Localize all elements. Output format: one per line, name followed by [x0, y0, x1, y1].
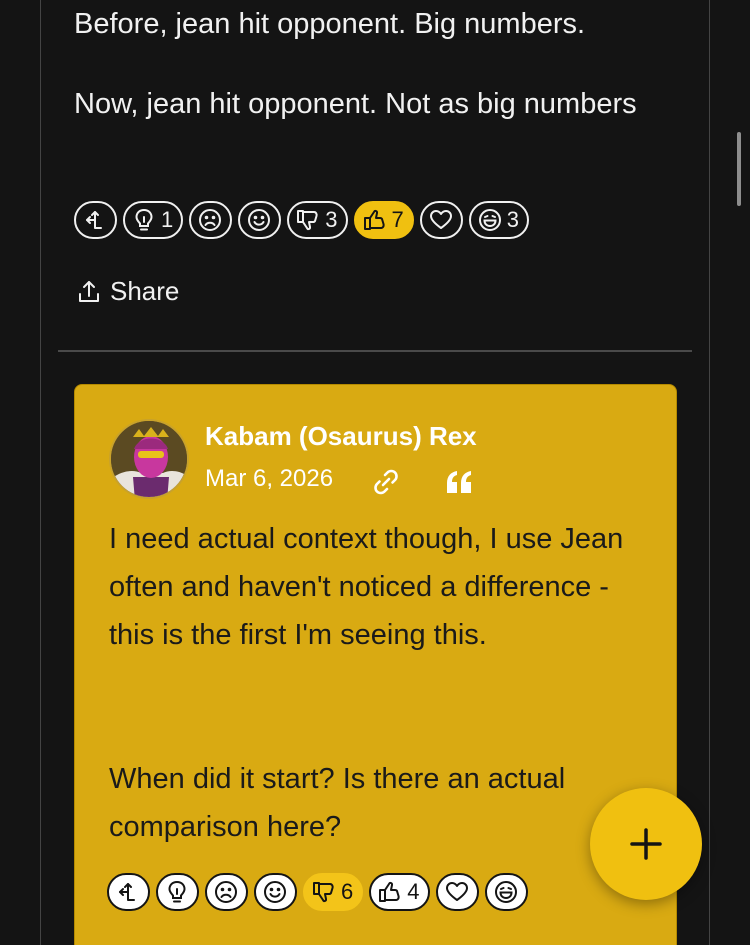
share-button[interactable]: Share	[76, 276, 179, 307]
smile-icon	[248, 209, 271, 231]
reaction-insightful-button[interactable]	[74, 201, 117, 239]
sad-icon	[199, 209, 222, 231]
scrollbar[interactable]	[737, 132, 741, 206]
post-date[interactable]: Mar 6, 2026	[205, 465, 333, 493]
reaction-smile-button[interactable]	[254, 873, 297, 911]
reaction-laugh-button[interactable]	[484, 873, 528, 911]
heart-icon	[429, 210, 452, 229]
plus-icon	[630, 828, 662, 860]
laugh-icon	[494, 881, 517, 903]
post-paragraph: Now, jean hit opponent. Not as big numbe…	[74, 88, 637, 120]
lightbulb-icon	[168, 880, 186, 903]
thumbs-down-icon	[297, 210, 318, 231]
reaction-count: 3	[325, 207, 338, 232]
reaction-thumbs-down-button[interactable]: 3	[287, 201, 348, 239]
reaction-sad-button[interactable]	[205, 873, 248, 911]
reaction-lightbulb-button[interactable]	[156, 873, 199, 911]
insightful-icon	[86, 211, 102, 229]
avatar-image	[111, 421, 187, 497]
reaction-thumbs-down-button[interactable]: 6	[303, 873, 364, 911]
reaction-smile-button[interactable]	[238, 201, 282, 239]
reply-card: Kabam (Osaurus) Rex Mar 6, 2026 I need a…	[74, 384, 677, 945]
laugh-icon	[478, 209, 501, 231]
smile-icon	[264, 881, 286, 903]
share-label: Share	[110, 276, 180, 306]
reaction-count: 7	[391, 207, 404, 232]
reaction-count: 4	[407, 879, 420, 904]
sad-icon	[215, 881, 237, 903]
reaction-count: 6	[341, 879, 354, 904]
reaction-sad-button[interactable]	[189, 201, 233, 239]
thumbs-up-icon	[363, 209, 385, 230]
link-icon[interactable]	[371, 467, 401, 497]
heart-icon	[445, 882, 468, 901]
insightful-icon	[119, 883, 135, 901]
reaction-lightbulb-button[interactable]: 1	[123, 201, 184, 239]
lightbulb-icon	[135, 208, 153, 231]
new-post-button[interactable]	[590, 788, 702, 900]
thumbs-down-icon	[313, 882, 334, 903]
reaction-count: 3	[506, 207, 519, 232]
post-paragraph: Before, jean hit opponent. Big numbers.	[74, 8, 586, 40]
reaction-thumbs-up-button[interactable]: 7	[353, 201, 414, 239]
reply-reaction-bar: 6 4	[107, 872, 528, 912]
reaction-bar: 1 3 7 3	[74, 200, 529, 240]
avatar[interactable]	[109, 419, 189, 499]
reaction-heart-button[interactable]	[419, 201, 463, 239]
reaction-heart-button[interactable]	[435, 873, 479, 911]
reaction-count: 1	[161, 207, 174, 232]
reaction-insightful-button[interactable]	[107, 873, 150, 911]
divider	[58, 350, 692, 352]
reaction-laugh-button[interactable]: 3	[468, 201, 529, 239]
thumbs-up-icon	[379, 881, 400, 902]
reply-paragraph: When did it start? Is there an actual co…	[109, 763, 566, 843]
reaction-thumbs-up-button[interactable]: 4	[369, 873, 430, 911]
share-icon	[79, 280, 99, 302]
reply-paragraph: I need actual context though, I use Jean…	[109, 523, 624, 651]
author-name[interactable]: Kabam (Osaurus) Rex	[205, 421, 477, 452]
quote-icon[interactable]	[445, 469, 473, 495]
